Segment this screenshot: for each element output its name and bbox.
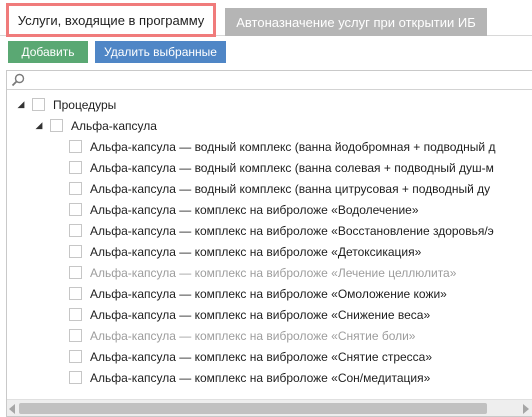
checkbox[interactable] — [69, 161, 82, 174]
search-input[interactable] — [27, 72, 517, 88]
scrollbar-thumb[interactable] — [19, 403, 487, 414]
tree-leaf-label: Альфа-капсула — комплекс на виброложе «Л… — [90, 265, 457, 280]
search-icon — [11, 73, 25, 87]
tree-leaf-item[interactable]: Альфа-капсула — комплекс на виброложе «Д… — [69, 241, 421, 262]
tree-leaf-label: Альфа-капсула — комплекс на виброложе «С… — [90, 328, 416, 343]
tree-leaf-item[interactable]: Альфа-капсула — водный комплекс (ванна й… — [69, 136, 495, 157]
tree-leaf-label: Альфа-капсула — комплекс на виброложе «С… — [90, 349, 433, 364]
tree-leaf-label: Альфа-капсула — комплекс на виброложе «Д… — [90, 244, 422, 259]
tree-leaf-label: Альфа-капсула — водный комплекс (ванна ц… — [90, 181, 491, 196]
tree-leaf-item[interactable]: Альфа-капсула — комплекс на виброложе «С… — [69, 367, 430, 388]
collapse-triangle-icon[interactable]: ◢ — [34, 120, 44, 131]
tab-program-services-label: Услуги, входящие в программу — [17, 12, 205, 28]
add-button[interactable]: Добавить — [8, 41, 88, 63]
checkbox[interactable] — [69, 329, 82, 342]
toolbar: Добавить Удалить выбранные — [8, 41, 226, 63]
checkbox[interactable] — [69, 245, 82, 258]
collapse-triangle-icon[interactable]: ◢ — [16, 99, 26, 110]
scroll-right-arrow-icon[interactable] — [523, 404, 529, 414]
tree-leaf-item[interactable]: Альфа-капсула — комплекс на виброложе «С… — [69, 304, 430, 325]
tree-leaf-label: Альфа-капсула — комплекс на виброложе «О… — [90, 286, 447, 301]
checkbox[interactable] — [69, 350, 82, 363]
tree-leaf-label: Альфа-капсула — комплекс на виброложе «В… — [90, 202, 419, 217]
tree-leaf-label: Альфа-капсула — водный комплекс (ванна с… — [90, 160, 494, 175]
scroll-left-arrow-icon[interactable] — [9, 404, 15, 414]
delete-selected-button[interactable]: Удалить выбранные — [95, 41, 226, 63]
tree-node-group: ◢ Альфа-капсула — [34, 115, 157, 136]
tab-program-services[interactable]: Услуги, входящие в программу — [6, 3, 216, 37]
services-tree: ◢ Процедуры ◢ Альфа-капсула Альфа-капсул… — [7, 91, 532, 399]
checkbox[interactable] — [50, 119, 63, 132]
tree-leaf-item[interactable]: Альфа-капсула — водный комплекс (ванна ц… — [69, 178, 490, 199]
checkbox[interactable] — [69, 182, 82, 195]
services-tree-panel: ◢ Процедуры ◢ Альфа-капсула Альфа-капсул… — [6, 70, 532, 417]
checkbox[interactable] — [32, 98, 45, 111]
services-program-panel: Услуги, входящие в программу Автоназначе… — [0, 0, 532, 417]
tree-leaf-label: Альфа-капсула — комплекс на виброложе «В… — [90, 223, 494, 238]
tree-leaf-item[interactable]: Альфа-капсула — комплекс на виброложе «С… — [69, 346, 432, 367]
checkbox[interactable] — [69, 371, 82, 384]
tree-leaf-item[interactable]: Альфа-капсула — комплекс на виброложе «С… — [69, 325, 415, 346]
checkbox[interactable] — [69, 203, 82, 216]
tree-leaf-item[interactable]: Альфа-капсула — комплекс на виброложе «В… — [69, 199, 419, 220]
checkbox[interactable] — [69, 140, 82, 153]
horizontal-scrollbar[interactable] — [7, 399, 532, 416]
tab-auto-assign-services[interactable]: Автоназначение услуг при открытии ИБ — [225, 8, 487, 36]
tree-node-label: Процедуры — [53, 97, 117, 112]
checkbox[interactable] — [69, 287, 82, 300]
tree-leaf-item[interactable]: Альфа-капсула — комплекс на виброложе «О… — [69, 283, 447, 304]
search-bar — [7, 71, 532, 90]
tree-leaf-label: Альфа-капсула — комплекс на виброложе «С… — [90, 370, 431, 385]
tree-node-label: Альфа-капсула — [71, 118, 157, 133]
tree-node-root: ◢ Процедуры — [16, 94, 117, 115]
tree-leaf-item[interactable]: Альфа-капсула — комплекс на виброложе «В… — [69, 220, 494, 241]
checkbox[interactable] — [69, 308, 82, 321]
tree-leaf-label: Альфа-капсула — водный комплекс (ванна й… — [90, 139, 496, 154]
tree-leaf-item[interactable]: Альфа-капсула — водный комплекс (ванна с… — [69, 157, 494, 178]
tree-leaf-item[interactable]: Альфа-капсула — комплекс на виброложе «Л… — [69, 262, 456, 283]
checkbox[interactable] — [69, 224, 82, 237]
tree-leaf-label: Альфа-капсула — комплекс на виброложе «С… — [90, 307, 431, 322]
tab-bar: Услуги, входящие в программу Автоназначе… — [0, 0, 532, 37]
tab-auto-assign-services-label: Автоназначение услуг при открытии ИБ — [236, 14, 476, 30]
checkbox[interactable] — [69, 266, 82, 279]
